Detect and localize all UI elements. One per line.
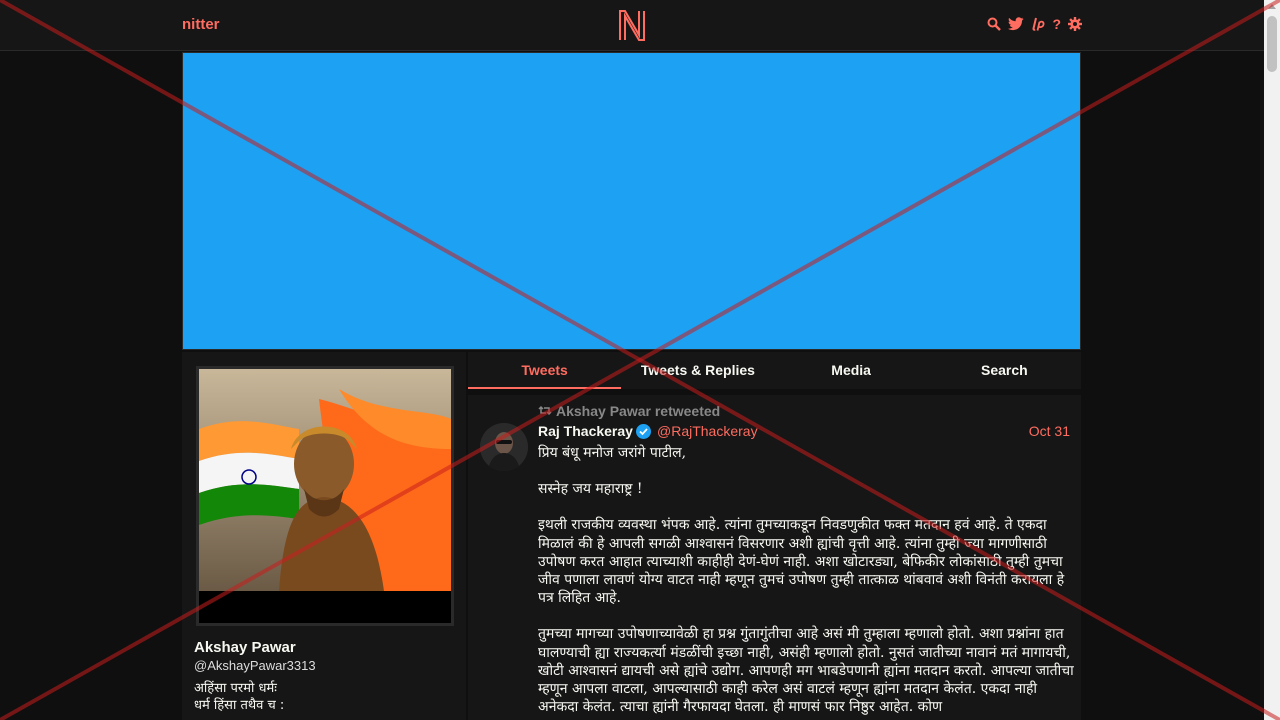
timeline-item[interactable]: Akshay Pawar retweeted Raj Thackeray @Ra…: [468, 395, 1081, 720]
profile-fullname[interactable]: Akshay Pawar: [194, 639, 296, 656]
verified-badge-icon: [636, 424, 651, 439]
retweet-header: Akshay Pawar retweeted: [538, 403, 720, 419]
tweet-avatar[interactable]: [480, 423, 528, 471]
brand-link[interactable]: nitter: [182, 16, 220, 33]
tab-tweets[interactable]: Tweets: [468, 352, 622, 389]
search-icon[interactable]: [987, 17, 1002, 31]
tweet-paragraph: प्रिय बंधू मनोज जरांगे पाटील,: [538, 445, 687, 461]
retweet-label: Akshay Pawar retweeted: [556, 403, 721, 419]
tab-tweets-replies[interactable]: Tweets & Replies: [621, 352, 774, 389]
retweet-icon: [538, 403, 552, 419]
profile-card: Akshay Pawar @AkshayPawar3313 अहिंसा परम…: [182, 352, 466, 720]
profile-avatar[interactable]: [196, 366, 454, 626]
profile-bio: अहिंसा परमो धर्मः धर्म हिंसा तथैव च :: [194, 681, 285, 713]
top-navbar: nitter ?: [0, 0, 1264, 51]
nav-icons: ?: [987, 15, 1082, 33]
tweet-fullname[interactable]: Raj Thackeray: [538, 423, 633, 439]
tab-media[interactable]: Media: [775, 352, 928, 389]
tweet-paragraph: इथली राजकीय व्यवस्था भंपक आहे. त्यांना त…: [538, 517, 1065, 607]
tweet-content: प्रिय बंधू मनोज जरांगे पाटील, सस्नेह जय …: [538, 444, 1074, 720]
scrollbar-thumb[interactable]: [1267, 16, 1277, 72]
profile-username[interactable]: @AkshayPawar3313: [194, 658, 316, 673]
tweet-username[interactable]: @RajThackeray: [657, 423, 758, 439]
gear-icon[interactable]: [1068, 17, 1082, 31]
tweet-paragraph: सस्नेह जय महाराष्ट्र !: [538, 481, 643, 498]
liberapay-icon[interactable]: [1031, 17, 1045, 31]
nitter-logo-icon[interactable]: [617, 8, 647, 42]
tweet-date[interactable]: Oct 31: [1029, 423, 1070, 439]
page-scrollbar[interactable]: [1264, 0, 1280, 720]
tweet-paragraph: तुमच्या मागच्या उपोषणाच्यावेळी हा प्रश्न…: [538, 626, 1074, 716]
profile-banner[interactable]: [182, 52, 1081, 350]
help-icon[interactable]: ?: [1052, 15, 1061, 33]
twitter-bird-icon[interactable]: [1008, 17, 1024, 31]
scroll-up-arrow-icon[interactable]: [1268, 4, 1276, 9]
tab-search[interactable]: Search: [928, 352, 1081, 389]
timeline-tabs: Tweets Tweets & Replies Media Search: [468, 352, 1081, 389]
